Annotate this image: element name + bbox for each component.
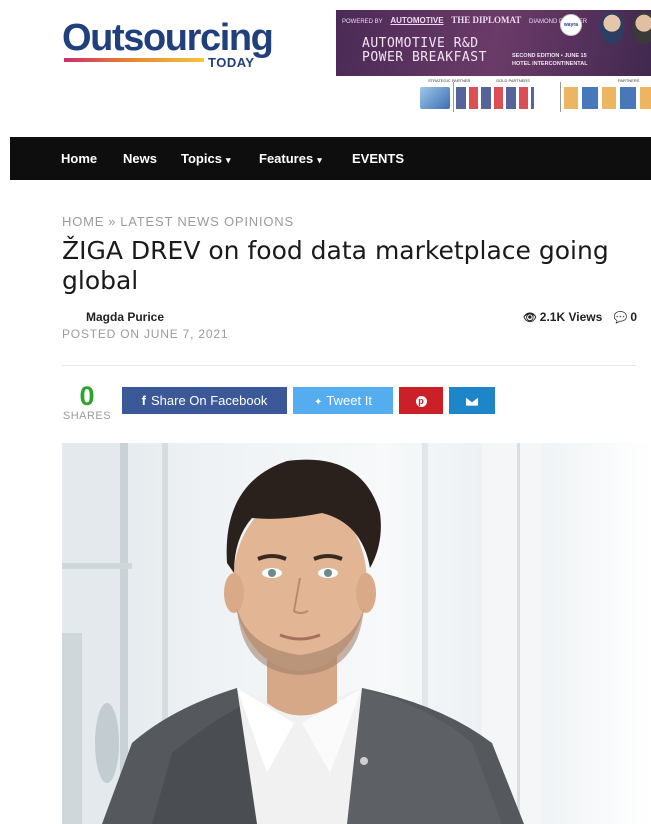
tweet-label: Tweet It [326,393,372,408]
nav-topics-label: Topics [181,151,222,166]
breadcrumb-home[interactable]: HOME [62,214,104,229]
chevron-down-icon: ▾ [317,155,322,165]
nav-news[interactable]: News [123,137,157,180]
comment-icon[interactable]: 💬 [614,312,628,324]
breadcrumb-separator: » [108,214,117,229]
main-nav: Home News Topics ▾ Features ▾ EVENTS [10,137,651,180]
share-facebook-button[interactable]: f Share On Facebook [122,387,287,414]
tweet-button[interactable]: ✦ Tweet It [293,387,393,414]
gold-partner-logos [456,87,534,109]
article-stats: 👁 2.1K Views 💬 0 [523,310,637,324]
strategic-partner-label: STRATEGIC PARTNER [428,78,471,83]
view-count: 2.1K Views [539,310,603,324]
pinterest-icon: p [415,396,427,408]
share-counter: 0 SHARES [62,382,112,422]
banner-divider [560,82,561,112]
banner-edition-date: SECOND EDITION • JUNE 15 [512,53,587,59]
wayra-logo: wayra [560,14,582,36]
banner-automotive-logo: AUTOMOTIVE [390,16,444,25]
article-title: ŽIGA DREV on food data marketplace going… [62,236,609,295]
banner-edition: SECOND EDITION • JUNE 15 HOTEL INTERCONT… [512,52,588,68]
nav-home[interactable]: Home [61,137,97,180]
envelope-icon [466,397,478,406]
twitter-bird-icon: ✦ [314,397,323,408]
facebook-icon: f [141,393,146,408]
logo-subtitle: TODAY [208,55,255,70]
comment-count[interactable]: 0 [630,310,637,324]
strategic-partner-logo [420,87,450,109]
eye-icon: 👁 [522,312,537,324]
divider [62,365,636,366]
banner-diplomat-logo: THE DIPLOMAT [451,15,522,25]
portrait-photo [62,443,542,824]
share-facebook-label: Share On Facebook [150,393,268,408]
share-label: SHARES [62,410,112,422]
breadcrumb-section[interactable]: LATEST NEWS OPINIONS [120,214,294,229]
banner-title-line: AUTOMOTIVE R&D [362,36,479,51]
featured-image[interactable] [62,443,651,824]
banner-title: AUTOMOTIVE R&D POWER BREAKFAST [362,37,487,65]
banner-powered-by: POWERED BY [342,19,383,25]
banner-ad[interactable]: POWERED BY AUTOMOTIVE THE DIPLOMAT DIAMO… [336,10,651,112]
partner-logos [564,87,651,109]
speaker-photo [632,12,651,44]
banner-title-line: POWER BREAKFAST [362,50,487,65]
logo-color-bar [64,58,204,62]
email-share-button[interactable] [449,387,495,414]
chevron-down-icon: ▾ [225,155,231,165]
post-date: POSTED ON JUNE 7, 2021 [62,327,229,341]
nav-events[interactable]: EVENTS [352,137,404,180]
banner-divider [453,82,454,112]
partners-label: PARTNERS [618,78,640,83]
nav-features[interactable]: Features ▾ [259,137,322,182]
nav-topics[interactable]: Topics ▾ [181,137,230,182]
banner-header: POWERED BY AUTOMOTIVE THE DIPLOMAT DIAMO… [336,10,651,76]
speaker-photo [600,12,624,44]
breadcrumb: HOME » LATEST NEWS OPINIONS [62,214,294,229]
site-logo[interactable]: Outsourcing TODAY [62,17,274,70]
banner-sponsor-row: POWERED BY AUTOMOTIVE THE DIPLOMAT DIAMO… [342,15,593,25]
author-name[interactable]: Magda Purice [86,310,164,324]
logo-title: Outsourcing [62,17,274,59]
gold-partners-label: GOLD PARTNERS [496,78,530,83]
nav-features-label: Features [259,151,314,166]
banner-edition-venue: HOTEL INTERCONTINENTAL [512,61,588,67]
pinterest-button[interactable]: p [399,387,443,414]
share-count: 0 [79,381,95,411]
